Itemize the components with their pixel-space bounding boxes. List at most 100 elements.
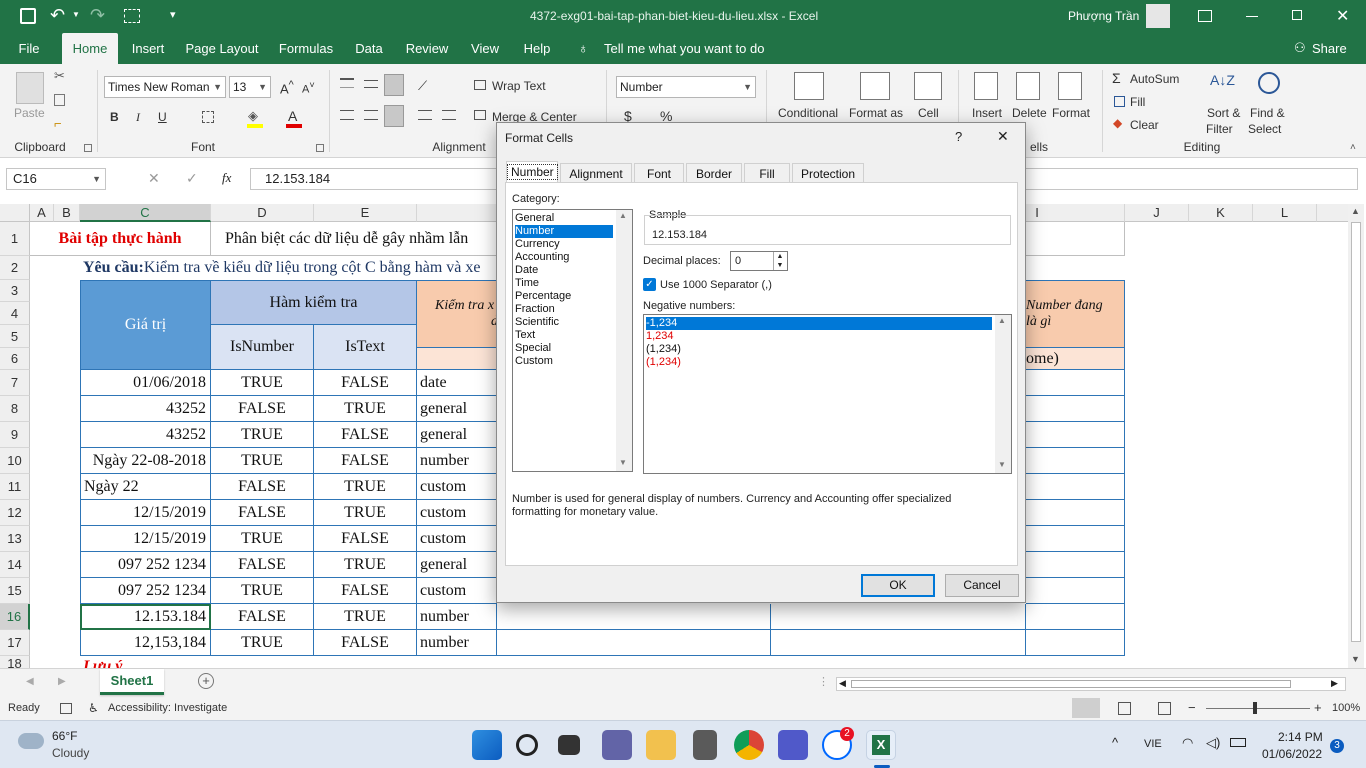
avatar[interactable]: [1146, 4, 1170, 28]
task-view-icon[interactable]: [558, 735, 580, 755]
header-function[interactable]: Hàm kiểm tra: [211, 280, 417, 325]
result-cell[interactable]: [1026, 604, 1125, 630]
row-header-5[interactable]: 5: [0, 325, 30, 348]
copy-icon[interactable]: [54, 94, 65, 106]
chrome-icon[interactable]: [734, 730, 764, 760]
cut-icon[interactable]: ✂: [54, 68, 65, 84]
fill-color-icon[interactable]: ◈: [248, 108, 258, 124]
column-header-a[interactable]: A: [30, 204, 54, 222]
istext-cell[interactable]: FALSE: [314, 578, 417, 604]
show-hidden-icon[interactable]: ^: [1112, 735, 1118, 750]
borders-icon[interactable]: [202, 111, 214, 123]
macro-record-icon[interactable]: [60, 703, 72, 714]
result-cell[interactable]: [1026, 370, 1125, 396]
header-check[interactable]: Kiểm tra xd: [417, 280, 497, 348]
dialog-tab-alignment[interactable]: Alignment: [560, 163, 632, 183]
format-painter-icon[interactable]: ⌐: [54, 116, 62, 131]
share-icon[interactable]: ⚇: [1294, 40, 1306, 56]
column-header-k[interactable]: K: [1189, 204, 1253, 222]
clock-time[interactable]: 2:14 PM: [1278, 730, 1323, 744]
value-cell[interactable]: Ngày 22-08-2018: [80, 448, 211, 474]
separator-label[interactable]: Use 1000 Separator (,): [660, 279, 772, 291]
scroll-right-icon[interactable]: ▶: [1331, 678, 1338, 689]
negative-format-item[interactable]: (1,234): [646, 343, 992, 356]
scroll-up-icon[interactable]: ▲: [1351, 206, 1360, 216]
result-cell[interactable]: [1026, 422, 1125, 448]
save-icon[interactable]: [20, 8, 36, 24]
row-header-15[interactable]: 15: [0, 578, 30, 604]
value-cell[interactable]: 12.153.184: [80, 604, 211, 630]
isnumber-cell[interactable]: FALSE: [211, 396, 314, 422]
row-header-2[interactable]: 2: [0, 256, 30, 280]
delete-cells-button[interactable]: Delete: [1012, 106, 1047, 120]
align-right-icon[interactable]: [384, 105, 404, 127]
isnumber-cell[interactable]: TRUE: [211, 370, 314, 396]
tab-page-layout[interactable]: Page Layout: [182, 33, 262, 64]
autosum-button[interactable]: AutoSum: [1130, 72, 1179, 86]
conditional-formatting-button[interactable]: Conditional: [778, 106, 838, 120]
wifi-icon[interactable]: ◠: [1182, 735, 1193, 751]
format-cell[interactable]: date: [417, 370, 497, 396]
isnumber-cell[interactable]: FALSE: [211, 500, 314, 526]
zoom-level[interactable]: 100%: [1332, 702, 1360, 714]
value-cell[interactable]: 43252: [80, 396, 211, 422]
istext-cell[interactable]: FALSE: [314, 370, 417, 396]
column-header-f[interactable]: [417, 204, 497, 222]
cancel-entry-icon[interactable]: ✕: [148, 170, 160, 187]
tab-review[interactable]: Review: [400, 33, 454, 64]
align-bottom-icon[interactable]: [384, 74, 404, 96]
wrap-text-button[interactable]: Wrap Text: [492, 79, 546, 93]
cell-styles-button[interactable]: Cell: [918, 106, 939, 120]
header-value[interactable]: Giá trị: [80, 280, 211, 370]
dialog-tab-number[interactable]: Number: [506, 161, 558, 183]
istext-cell[interactable]: FALSE: [314, 422, 417, 448]
sheet-tab-sheet1[interactable]: Sheet1: [100, 669, 164, 695]
fill-button[interactable]: Fill: [1130, 95, 1145, 109]
name-box[interactable]: C16 ▼: [6, 168, 106, 190]
accessibility-status[interactable]: Accessibility: Investigate: [108, 702, 227, 714]
format-as-table-button[interactable]: Format as: [849, 106, 903, 120]
row-header-1[interactable]: 1: [0, 222, 30, 256]
decimal-places-stepper[interactable]: 0 ▲ ▼: [730, 251, 788, 271]
negative-format-item[interactable]: 1,234: [646, 330, 992, 343]
language-indicator[interactable]: VIE: [1144, 738, 1162, 750]
restore-icon[interactable]: [1292, 10, 1302, 20]
delete-cells-icon[interactable]: [1016, 72, 1040, 100]
column-header-c[interactable]: C: [80, 204, 211, 222]
header-right[interactable]: Number đang là gì: [1026, 280, 1125, 348]
format-as-table-icon[interactable]: [860, 72, 890, 100]
category-item-date[interactable]: Date: [515, 264, 613, 277]
font-size-combo[interactable]: 13 ▼: [229, 76, 271, 98]
format-cell[interactable]: general: [417, 422, 497, 448]
spin-up-icon[interactable]: ▲: [773, 252, 786, 261]
category-item-text[interactable]: Text: [515, 329, 613, 342]
clear-button[interactable]: Clear: [1130, 118, 1159, 132]
merge-center-icon[interactable]: [474, 110, 486, 120]
row-header-12[interactable]: 12: [0, 500, 30, 526]
teams-chat-icon[interactable]: [602, 730, 632, 760]
title-cell[interactable]: Bài tập thực hành: [30, 222, 211, 256]
conditional-formatting-icon[interactable]: [794, 72, 824, 100]
result-cell[interactable]: [1026, 630, 1125, 656]
format-cell[interactable]: custom: [417, 526, 497, 552]
result-cell[interactable]: [1026, 500, 1125, 526]
format-cell[interactable]: custom: [417, 578, 497, 604]
find-select-icon[interactable]: [1258, 72, 1280, 94]
category-item-general[interactable]: General: [515, 212, 613, 225]
isnumber-cell[interactable]: TRUE: [211, 422, 314, 448]
column-header-b[interactable]: B: [54, 204, 80, 222]
italic-button[interactable]: I: [136, 110, 140, 125]
istext-cell[interactable]: TRUE: [314, 500, 417, 526]
result-cell[interactable]: [497, 630, 771, 656]
category-item-special[interactable]: Special: [515, 342, 613, 355]
result-cell[interactable]: [771, 604, 1026, 630]
scroll-left-icon[interactable]: ◀: [839, 678, 846, 689]
scroll-up-icon[interactable]: ▲: [998, 316, 1006, 325]
isnumber-cell[interactable]: FALSE: [211, 604, 314, 630]
row-header-8[interactable]: 8: [0, 396, 30, 422]
file-explorer-icon[interactable]: [646, 730, 676, 760]
align-center-icon[interactable]: [364, 110, 378, 120]
dialog-tab-fill[interactable]: Fill: [744, 163, 790, 183]
prev-sheet-icon[interactable]: ◀: [26, 676, 34, 687]
istext-cell[interactable]: TRUE: [314, 396, 417, 422]
